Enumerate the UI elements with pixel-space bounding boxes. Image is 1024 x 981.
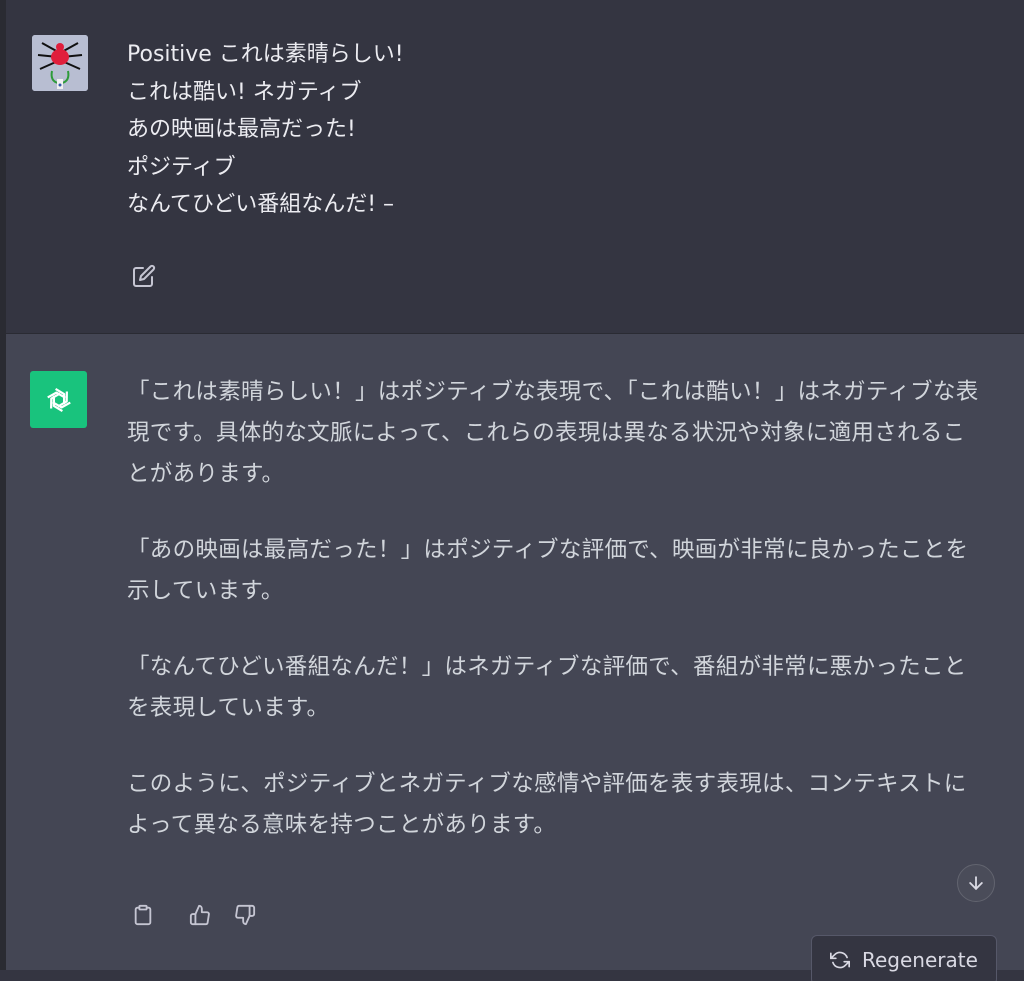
chat-page: Positive これは素晴らしい! これは酷い! ネガティブ あの映画は最高だ…: [0, 0, 1024, 981]
scroll-to-bottom-button[interactable]: [957, 864, 995, 902]
user-message-text: Positive これは素晴らしい! これは酷い! ネガティブ あの映画は最高だ…: [127, 36, 404, 224]
edit-message-button[interactable]: [130, 262, 158, 290]
clipboard-icon: [134, 904, 152, 926]
answer-paragraph: このように、ポジティブとネガティブな感情や評価を表す表現は、コンテキストによって…: [127, 771, 967, 838]
user-avatar: [32, 35, 88, 91]
user-line: これは酷い! ネガティブ: [127, 79, 362, 105]
edit-icon: [133, 264, 156, 287]
assistant-avatar: [30, 371, 87, 428]
regenerate-label: Regenerate: [862, 948, 978, 972]
thumbs-up-icon: [189, 904, 210, 926]
user-line: なんてひどい番組なんだ! –: [127, 192, 395, 217]
regenerate-button[interactable]: Regenerate: [811, 935, 997, 981]
user-message: Positive これは素晴らしい! これは酷い! ネガティブ あの映画は最高だ…: [6, 0, 1024, 334]
copy-button[interactable]: [128, 900, 158, 930]
answer-paragraph: 「なんてひどい番組なんだ！」はネガティブな評価で、番組が非常に悪かったことを表現…: [127, 654, 967, 721]
spider-avatar-icon: [32, 35, 88, 91]
assistant-message-text: 「これは素晴らしい！」はポジティブな表現で、「これは酷い！」はネガティブな表現で…: [127, 372, 987, 881]
user-line: あの映画は最高だった!: [127, 117, 356, 142]
thumbs-down-icon: [235, 904, 256, 926]
thumbs-down-button[interactable]: [230, 900, 260, 930]
thumbs-up-button[interactable]: [185, 900, 215, 930]
answer-paragraph: 「あの映画は最高だった！」はポジティブな評価で、映画が非常に良かったことを示して…: [127, 537, 969, 604]
refresh-icon: [830, 951, 850, 969]
openai-logo-icon: [46, 387, 71, 412]
assistant-message: 「これは素晴らしい！」はポジティブな表現で、「これは酷い！」はネガティブな表現で…: [6, 334, 1024, 970]
user-line: ポジティブ: [127, 154, 236, 180]
arrow-down-icon: [969, 876, 983, 890]
answer-paragraph: 「これは素晴らしい！」はポジティブな表現で、「これは酷い！」はネガティブな表現で…: [127, 379, 979, 487]
user-line: Positive これは素晴らしい!: [127, 42, 404, 67]
